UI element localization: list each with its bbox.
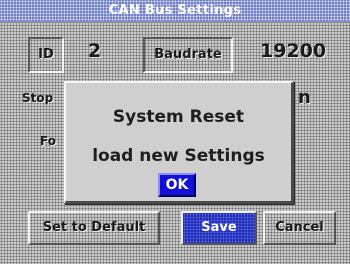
format-label: Fo bbox=[40, 134, 56, 148]
id-value[interactable]: 2 bbox=[88, 40, 101, 62]
id-label: ID bbox=[38, 47, 54, 62]
system-reset-dialog: System Reset load new Settings OK bbox=[64, 81, 294, 204]
window-title: CAN Bus Settings bbox=[0, 0, 350, 22]
baudrate-label: Baudrate bbox=[154, 47, 222, 62]
cancel-button[interactable]: Cancel bbox=[263, 211, 336, 245]
id-label-box: ID bbox=[28, 37, 64, 73]
stop-label: Stop bbox=[22, 91, 54, 105]
dialog-title: System Reset bbox=[112, 107, 245, 127]
baudrate-label-box: Baudrate bbox=[143, 37, 233, 73]
stop-value[interactable]: n bbox=[298, 87, 311, 108]
ok-button[interactable]: OK bbox=[158, 173, 196, 197]
baudrate-value[interactable]: 19200 bbox=[260, 40, 326, 62]
dialog-message: load new Settings bbox=[92, 146, 265, 166]
save-button[interactable]: Save bbox=[181, 211, 257, 245]
set-default-button[interactable]: Set to Default bbox=[28, 211, 160, 245]
settings-screen: CAN Bus Settings ID 2 Baudrate 19200 Sto… bbox=[0, 0, 350, 264]
